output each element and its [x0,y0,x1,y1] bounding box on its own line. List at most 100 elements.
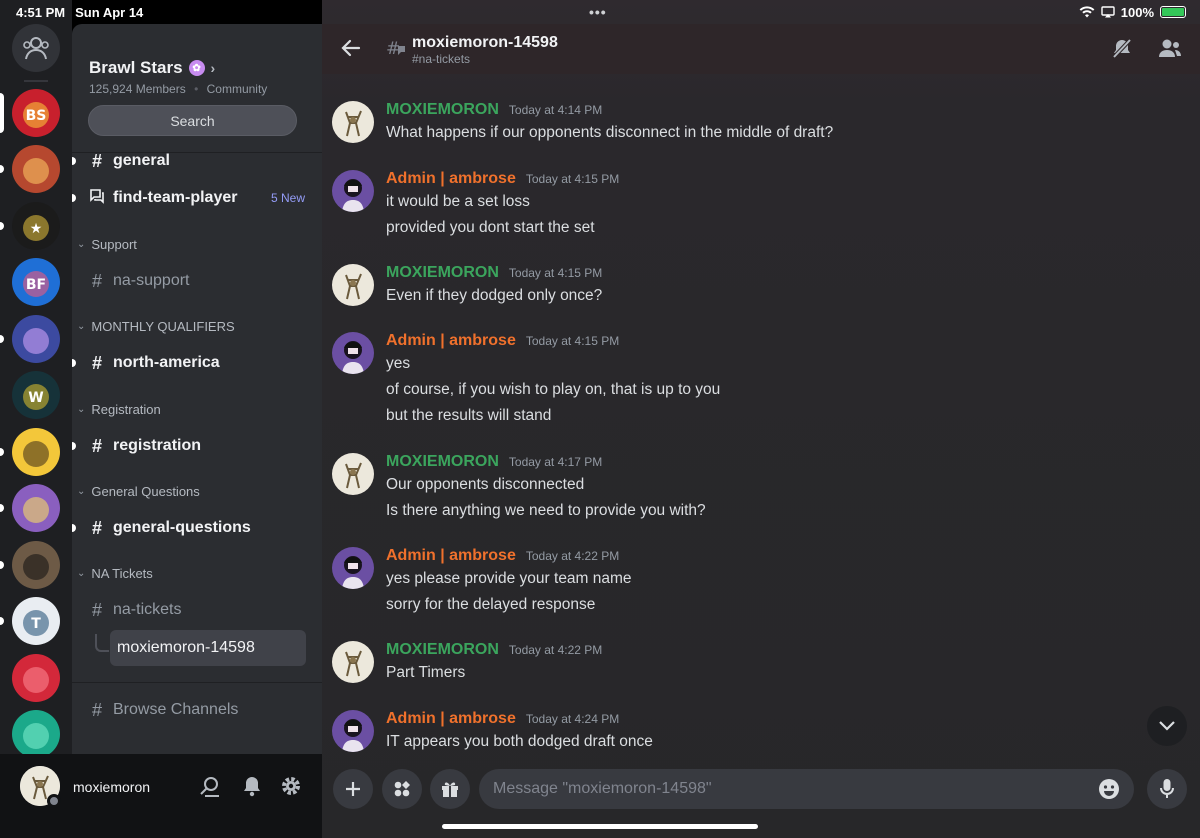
server-icon[interactable]: BS [12,89,60,137]
server-icon[interactable] [12,484,60,532]
category-na-tickets[interactable]: ⌄ NA Tickets [77,566,153,581]
author-avatar[interactable] [332,264,374,306]
thread-header: # moxiemoron-14598 #na-tickets [322,24,1200,74]
server-icon[interactable] [12,710,60,758]
author-name[interactable]: MOXIEMORON [386,453,499,471]
multitasking-dots-icon[interactable]: ••• [589,4,607,20]
channel-name: general [113,152,170,169]
message-text: Even if they dodged only once? [386,287,603,304]
message-text: of course, if you wish to play on, that … [386,381,721,398]
author-name[interactable]: MOXIEMORON [386,641,499,659]
server-rail: BS ★ BF W T [0,0,72,838]
author-name[interactable]: Admin | ambrose [386,710,516,728]
channel-find-team-player[interactable]: find-team-player 5 New [72,184,322,212]
muted-bell-icon[interactable] [1111,37,1133,64]
apps-icon [394,781,410,797]
gift-icon [442,782,458,797]
gift-button[interactable] [430,769,470,809]
channel-na-tickets[interactable]: # na-tickets [72,596,322,624]
server-icon[interactable]: W [12,371,60,419]
author-name[interactable]: Admin | ambrose [386,332,516,350]
add-attachment-button[interactable] [333,769,373,809]
category-general-questions[interactable]: ⌄ General Questions [77,484,200,499]
chat-area: # moxiemoron-14598 #na-tickets MOXIEMORO… [322,0,1200,838]
author-name[interactable]: MOXIEMORON [386,101,499,119]
unread-indicator [0,448,4,456]
timestamp: Today at 4:15 PM [525,334,620,348]
server-icon[interactable] [12,145,60,193]
server-icon[interactable] [12,654,60,702]
timestamp: Today at 4:24 PM [525,712,620,726]
bell-icon[interactable] [240,774,264,798]
author-name[interactable]: Admin | ambrose [386,547,516,565]
unread-indicator [0,617,4,625]
message-text: IT appears you both dodged draft once [386,733,653,750]
author-avatar[interactable] [332,547,374,589]
author-avatar[interactable] [332,332,374,374]
server-header[interactable]: Brawl Stars ✿ › 125,924 Members • Commun… [72,24,322,96]
member-count: 125,924 Members [89,82,186,96]
author-avatar[interactable] [332,710,374,752]
browse-hashtag-icon: # [91,699,102,720]
selected-server-indicator [0,93,4,133]
author-avatar[interactable] [332,641,374,683]
gear-icon[interactable] [279,774,303,798]
chevron-down-icon: ⌄ [77,239,86,250]
browse-divider [72,682,322,683]
emoji-icon[interactable] [1098,778,1120,805]
search-icon[interactable] [198,774,222,798]
server-icon[interactable]: T [12,597,60,645]
message-header: Admin | ambrose Today at 4:15 PM [386,332,619,350]
category-label: General Questions [91,484,200,499]
server-icon[interactable] [12,541,60,589]
category-support[interactable]: ⌄ Support [77,237,137,252]
author-avatar[interactable] [332,170,374,212]
hashtag-icon: # [91,150,102,171]
back-arrow-icon[interactable] [340,37,362,64]
channel-registration[interactable]: # registration [72,432,322,460]
locked-hashtag-icon: # [91,435,102,456]
message-text: yes [386,355,411,372]
timestamp: Today at 4:22 PM [525,549,620,563]
voice-message-button[interactable] [1147,769,1187,809]
server-icon[interactable] [12,315,60,363]
author-name[interactable]: Admin | ambrose [386,170,516,188]
server-icon[interactable]: ★ [12,202,60,250]
thread-item-selected[interactable]: moxiemoron-14598 [110,630,306,666]
parent-channel[interactable]: #na-tickets [412,52,470,66]
server-icon[interactable]: BF [12,258,60,306]
category-monthly-qualifiers[interactable]: ⌄ MONTHLY QUALIFIERS [77,319,235,334]
locked-hashtag-icon: # [91,352,102,373]
category-registration[interactable]: ⌄ Registration [77,402,161,417]
channel-general-questions[interactable]: # general-questions [72,514,322,542]
forum-icon [86,188,108,209]
unread-indicator [72,524,76,532]
channel-name: north-america [113,354,220,371]
thread-title: moxiemoron-14598 [412,34,558,51]
home-indicator[interactable] [442,824,758,829]
message-header: MOXIEMORON Today at 4:22 PM [386,641,602,659]
message-text: yes please provide your team name [386,570,632,587]
thread-icon: # [386,38,406,63]
members-icon[interactable] [1158,37,1182,64]
channel-north-america[interactable]: # north-america [72,349,322,377]
author-avatar[interactable] [332,101,374,143]
server-boost-icon: ✿ [188,60,205,76]
server-search-button[interactable]: Search [88,105,297,136]
message-text: sorry for the delayed response [386,596,596,613]
author-name[interactable]: MOXIEMORON [386,264,499,282]
channel-general[interactable]: # general [72,147,322,175]
category-label: Support [91,237,137,252]
direct-messages-button[interactable] [12,24,60,72]
svg-text:T: T [31,616,41,632]
browse-channels-button[interactable]: # Browse Channels [72,696,322,724]
author-avatar[interactable] [332,453,374,495]
scroll-to-bottom-button[interactable] [1147,706,1187,746]
status-date: Sun Apr 14 [75,4,144,20]
timestamp: Today at 4:17 PM [508,455,603,469]
message-input[interactable]: Message "moxiemoron-14598" [479,769,1134,809]
apps-button[interactable] [382,769,422,809]
battery-icon [1160,6,1186,18]
server-icon[interactable] [12,428,60,476]
channel-na-support[interactable]: # na-support [72,267,322,295]
